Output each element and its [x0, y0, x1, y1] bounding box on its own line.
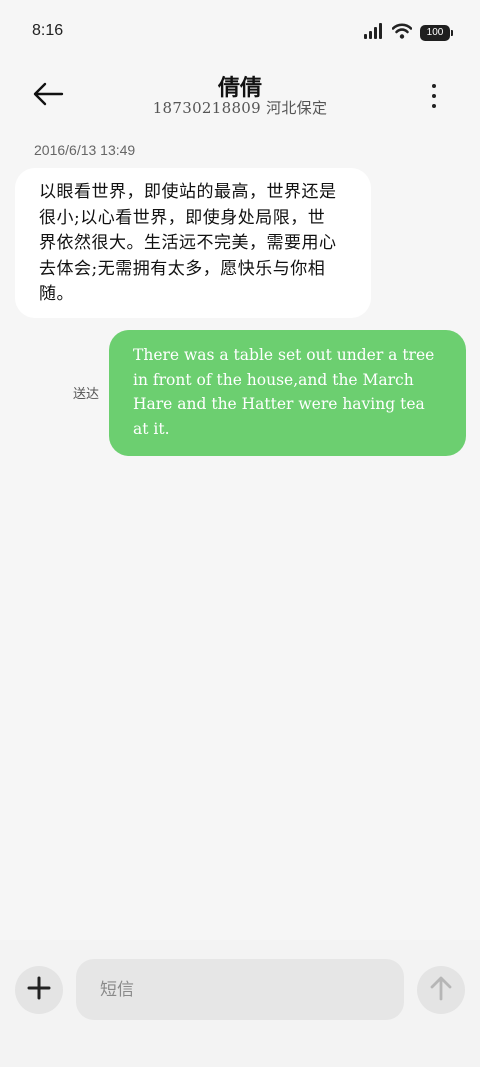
- status-time: 8:16: [32, 22, 64, 39]
- status-icons: 100: [364, 22, 453, 44]
- status-bar: 8:16 100: [0, 0, 480, 64]
- more-vertical-icon: [432, 84, 436, 88]
- message-input[interactable]: [76, 959, 404, 1020]
- more-options-button[interactable]: [422, 78, 446, 114]
- messaging-screen: 8:16 100 倩倩 18730218809 河北保定 2016/6/13 1…: [0, 0, 480, 1067]
- send-button[interactable]: [417, 966, 465, 1014]
- incoming-message-bubble[interactable]: 以眼看世界，即使站的最高，世界还是很小;以心看世界，即使身处局限，世界依然很大。…: [15, 168, 371, 318]
- delivery-status: 送达: [73, 387, 100, 402]
- wifi-icon: [391, 23, 413, 43]
- incoming-message-text: 以眼看世界，即使站的最高，世界还是很小;以心看世界，即使身处局限，世界依然很大。…: [39, 182, 337, 304]
- message-composer: [0, 940, 480, 1067]
- battery-icon: 100: [420, 25, 453, 41]
- message-timestamp: 2016/6/13 13:49: [34, 142, 136, 158]
- signal-icon: [364, 23, 384, 43]
- plus-icon: [27, 976, 51, 1004]
- conversation-header: 倩倩 18730218809 河北保定: [0, 64, 480, 128]
- outgoing-message-text: There was a table set out under a tree i…: [133, 346, 435, 438]
- add-attachment-button[interactable]: [15, 966, 63, 1014]
- outgoing-message-bubble[interactable]: There was a table set out under a tree i…: [109, 330, 466, 456]
- send-arrow-icon: [429, 975, 453, 1005]
- contact-detail: 18730218809 河北保定: [152, 99, 328, 117]
